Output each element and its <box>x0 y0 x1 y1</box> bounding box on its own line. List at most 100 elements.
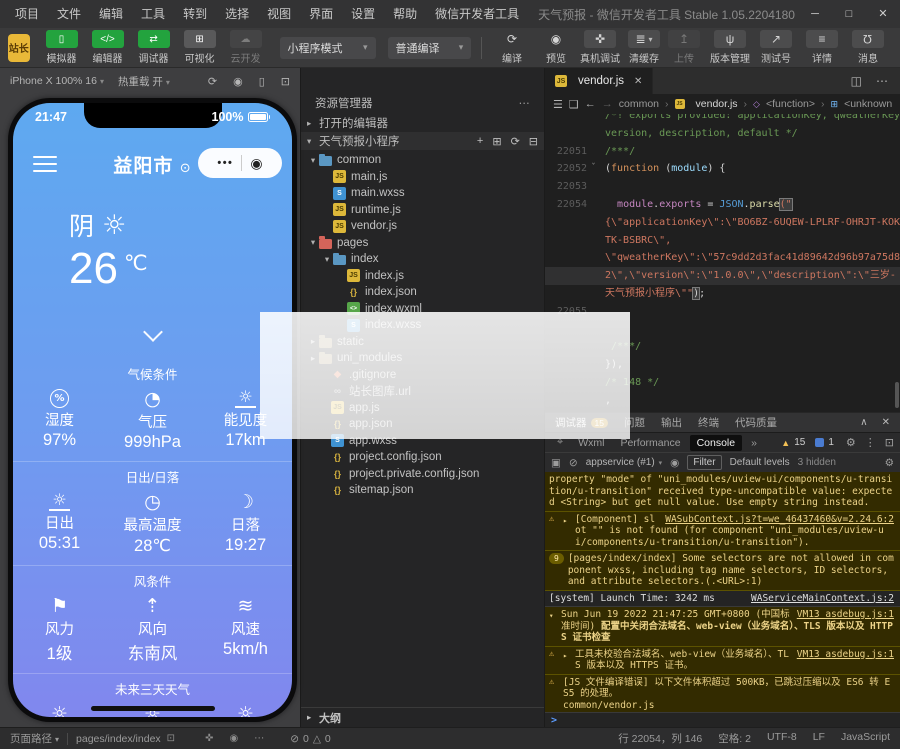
action-button[interactable]: ◉ 预览 <box>536 30 576 65</box>
source-link[interactable]: VM13 asdebug.js:1 <box>797 609 894 621</box>
breadcrumb-file[interactable]: vendor.js <box>696 98 738 110</box>
menu-item[interactable]: 工具 <box>132 0 174 28</box>
clear-console-icon[interactable]: ⊘ <box>569 457 578 469</box>
action-button[interactable]: ≡ 详情 <box>802 30 842 65</box>
more-icon[interactable]: ⋯ <box>519 96 531 110</box>
fold-icon[interactable] <box>587 178 600 196</box>
minimize-button[interactable]: ─ <box>798 0 832 28</box>
collapse-icon[interactable]: ∧ <box>860 417 867 428</box>
source-link[interactable]: VM13 asdebug.js:1 <box>797 649 894 661</box>
simulator-icon[interactable]: ◉ <box>233 75 243 88</box>
more-tabs-icon[interactable]: » <box>744 435 764 451</box>
tree-item[interactable]: project.private.config.json <box>301 466 544 483</box>
warnings-icon[interactable]: △ <box>313 733 321 745</box>
warning-count[interactable]: 15 <box>794 437 805 448</box>
tree-item[interactable]: project.config.json <box>301 449 544 466</box>
mode-select[interactable]: 小程序模式 ▾ <box>280 37 376 59</box>
tree-item[interactable]: index.json <box>301 284 544 301</box>
language-mode[interactable]: JavaScript <box>841 731 890 746</box>
bookmark-icon[interactable]: ❑ <box>569 98 579 111</box>
split-editor-icon[interactable]: ◫ <box>851 74 862 88</box>
location-icon[interactable]: ⊙ <box>180 160 192 175</box>
eye-icon[interactable]: ◉ <box>229 733 238 744</box>
maximize-button[interactable]: □ <box>832 0 866 28</box>
simulator-icon[interactable]: ⟳ <box>208 75 217 88</box>
outline-icon[interactable]: ☰ <box>553 98 563 111</box>
console-input-row[interactable]: > <box>545 712 900 727</box>
toolbar-button[interactable]: ▯ 模拟器 <box>40 30 84 65</box>
more-icon[interactable]: ⋯ <box>876 74 888 88</box>
menu-item[interactable]: 微信开发者工具 <box>426 0 528 28</box>
breadcrumb-symbol[interactable]: <function> <box>766 98 815 110</box>
eye-icon[interactable]: ◉ <box>670 457 679 469</box>
action-button[interactable]: ✜ 真机调试 <box>580 30 620 65</box>
tab-code-quality[interactable]: 代码质量 <box>735 415 777 430</box>
errors-icon[interactable]: ⊘ <box>290 733 299 745</box>
chevron-down-icon[interactable] <box>143 322 163 342</box>
tree-item[interactable]: sitemap.json <box>301 482 544 499</box>
tab-terminal[interactable]: 终端 <box>698 415 719 430</box>
action-button[interactable]: ↗ 测试号 <box>756 30 796 65</box>
capsule-button[interactable]: ••• ◉ <box>198 148 282 178</box>
page-path-select[interactable]: 页面路径▾ <box>10 731 59 746</box>
fold-icon[interactable] <box>587 114 600 125</box>
project-action-icon[interactable]: ⊟ <box>529 135 538 148</box>
more-icon[interactable]: ••• <box>217 157 233 169</box>
fold-icon[interactable] <box>587 232 600 250</box>
forward-icon[interactable]: → <box>602 98 613 110</box>
expand-arrow-icon[interactable]: ▸ <box>563 649 571 672</box>
menu-item[interactable]: 设置 <box>342 0 384 28</box>
simulator-icon[interactable]: ⊡ <box>281 75 290 88</box>
tree-item[interactable]: ▾ index <box>301 251 544 268</box>
source-link[interactable]: WASubContext.js?t=we_46437460&v=2.24.6:2 <box>665 514 894 526</box>
close-icon[interactable]: ✕ <box>882 417 890 428</box>
toolbar-button[interactable]: ☁ 云开发 <box>224 30 268 65</box>
exit-icon[interactable]: ◉ <box>250 155 262 172</box>
project-action-icon[interactable]: ⊞ <box>492 135 501 148</box>
project-action-icon[interactable]: ⟳ <box>511 135 520 148</box>
tree-item[interactable]: ▾ pages <box>301 235 544 252</box>
info-count[interactable]: 1 <box>828 437 834 448</box>
menu-item[interactable]: 选择 <box>216 0 258 28</box>
menu-item[interactable]: 转到 <box>174 0 216 28</box>
tree-item[interactable]: runtime.js <box>301 202 544 219</box>
action-button[interactable]: ≣ 清缓存 <box>624 30 664 65</box>
menu-item[interactable]: 文件 <box>48 0 90 28</box>
fold-icon[interactable]: ˇ <box>587 160 600 178</box>
simulator-icon[interactable]: ▯ <box>259 75 265 88</box>
device-select[interactable]: iPhone X 100% 16▾ <box>10 75 104 87</box>
gear-icon[interactable]: ⚙ <box>846 436 856 449</box>
gear-icon[interactable]: ⚙ <box>885 457 894 469</box>
hot-reload-toggle[interactable]: 热重载 开▾ <box>118 74 170 89</box>
project-section[interactable]: ▾ 天气预报小程序 +⊞⟳⊟ <box>301 132 544 150</box>
avatar[interactable]: 站长 <box>8 34 30 62</box>
close-button[interactable]: ✕ <box>866 0 900 28</box>
action-button[interactable]: ⟳ 编译 <box>492 30 532 65</box>
open-editors-section[interactable]: ▸ 打开的编辑器 <box>301 114 544 132</box>
action-button[interactable]: ↥ 上传 <box>664 30 704 65</box>
encoding[interactable]: UTF-8 <box>767 731 797 746</box>
outline-section[interactable]: ▸ 大纲 <box>301 707 544 727</box>
console-log[interactable]: property "mode" of "uni_modules/uview-ui… <box>545 472 900 712</box>
fold-icon[interactable] <box>587 196 600 214</box>
menu-item[interactable]: 界面 <box>300 0 342 28</box>
copy-icon[interactable]: ⊡ <box>167 733 175 744</box>
tree-item[interactable]: main.js <box>301 169 544 186</box>
fold-icon[interactable] <box>587 267 600 285</box>
sidebar-toggle-icon[interactable]: ▣ <box>551 457 561 469</box>
cursor-position[interactable]: 行 22054，列 146 <box>618 731 702 746</box>
editor-scrollbar[interactable] <box>895 382 899 408</box>
project-action-icon[interactable]: + <box>477 135 483 148</box>
more-icon[interactable]: ⋯ <box>254 733 264 744</box>
tab-vendor-js[interactable]: vendor.js ✕ <box>545 68 653 94</box>
toolbar-button[interactable]: ⇄ 调试器 <box>132 30 176 65</box>
breadcrumb-folder[interactable]: common <box>619 98 659 110</box>
menu-item[interactable]: 项目 <box>6 0 48 28</box>
fold-icon[interactable] <box>587 214 600 232</box>
tree-item[interactable]: main.wxss <box>301 185 544 202</box>
source-link[interactable]: WAServiceMainContext.js:2 <box>751 593 894 605</box>
toolbar-button[interactable]: </> 编辑器 <box>86 30 130 65</box>
expand-arrow-icon[interactable]: ▾ <box>549 609 557 644</box>
tree-item[interactable]: index.js <box>301 268 544 285</box>
log-levels-select[interactable]: Default levels <box>730 457 790 468</box>
